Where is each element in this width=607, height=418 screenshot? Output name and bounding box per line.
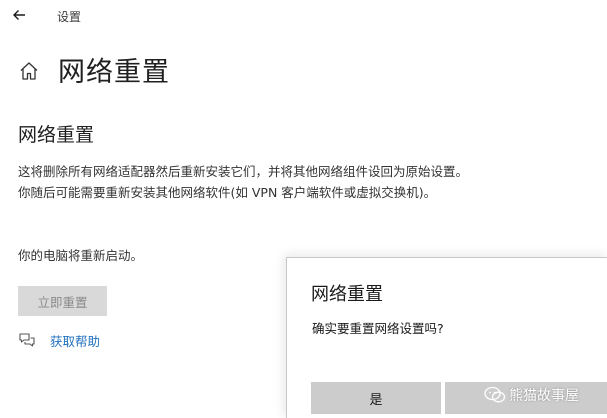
reset-description: 这将删除所有网络适配器然后重新安装它们，并将其他网络组件设回为原始设置。你随后可… — [18, 164, 469, 200]
home-icon[interactable] — [18, 60, 40, 82]
back-button[interactable] — [8, 4, 30, 26]
get-help-row[interactable]: 获取帮助 — [18, 330, 100, 350]
reset-now-button[interactable]: 立即重置 — [18, 286, 107, 316]
watermark: 熊猫故事屋 — [484, 384, 579, 406]
wechat-icon — [484, 386, 506, 403]
dialog-message: 确实要重置网络设置吗? — [312, 321, 444, 336]
title-bar: 设置 — [0, 0, 607, 32]
get-help-link[interactable]: 获取帮助 — [50, 331, 100, 350]
dialog-title: 网络重置 — [311, 284, 383, 305]
chat-help-icon — [19, 333, 35, 347]
restart-note: 你的电脑将重新启动。 — [18, 248, 144, 263]
section-title: 网络重置 — [18, 124, 95, 146]
window-title: 设置 — [57, 10, 82, 24]
yes-button[interactable]: 是 — [311, 382, 441, 414]
watermark-text: 熊猫故事屋 — [509, 388, 579, 404]
back-arrow-icon — [13, 10, 25, 20]
page-title: 网络重置 — [58, 57, 170, 88]
